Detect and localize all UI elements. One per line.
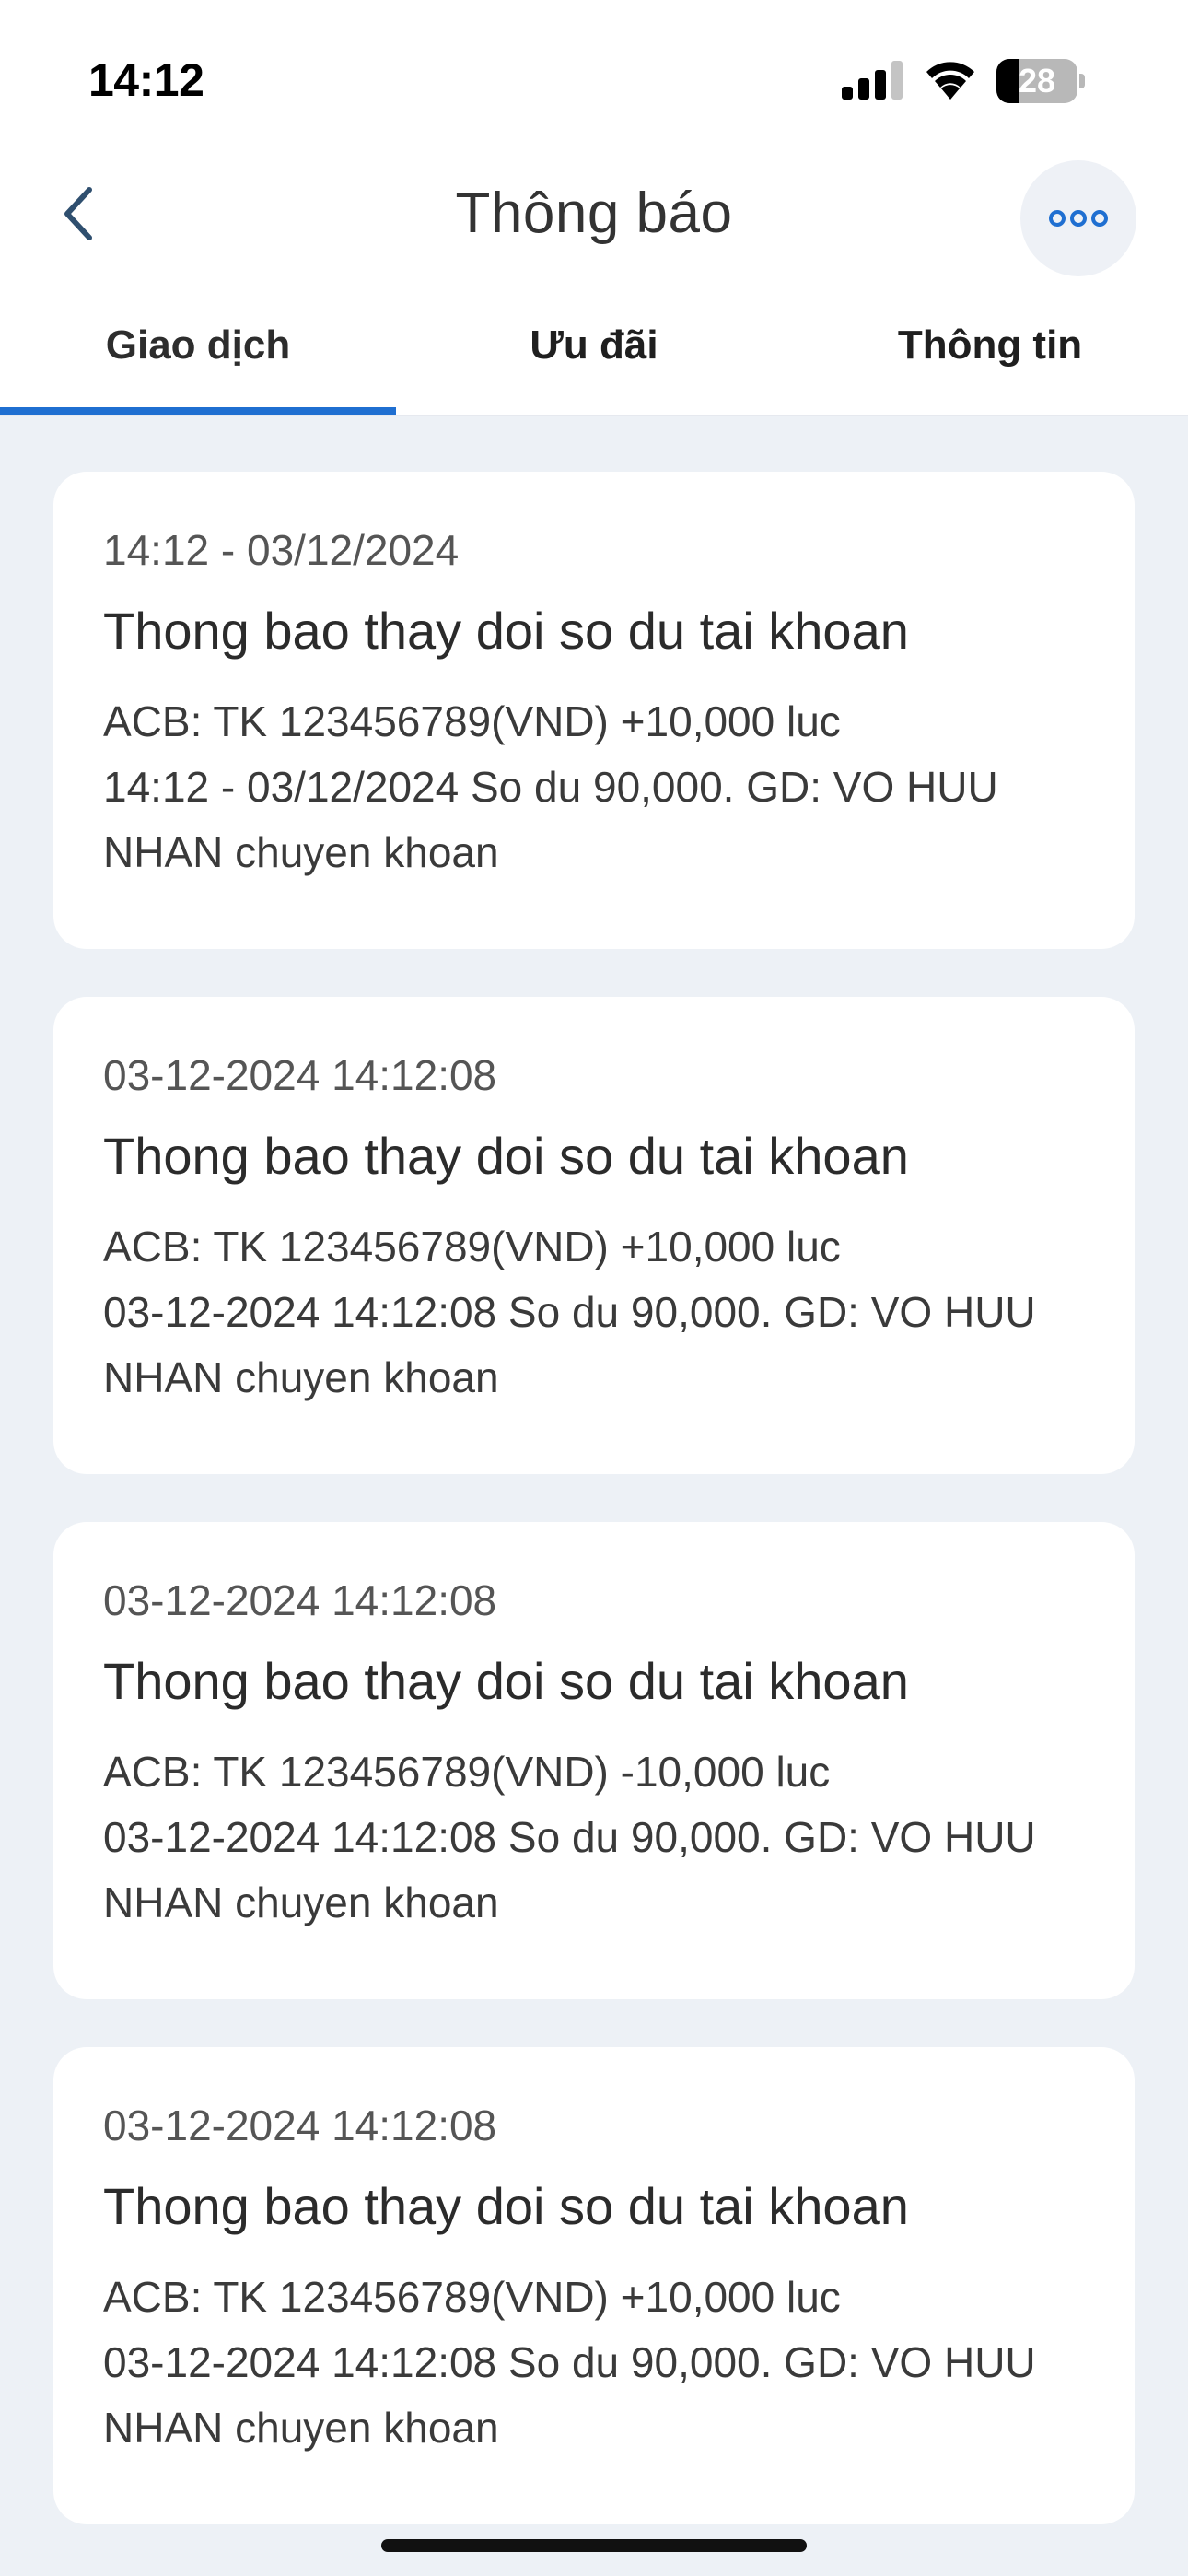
notification-title: Thong bao thay doi so du tai khoan	[103, 1652, 909, 1710]
notification-body-line: ACB: TK 123456789(VND) -10,000 luc	[103, 1748, 831, 1796]
notification-body-line: ACB: TK 123456789(VND) +10,000 luc	[103, 697, 841, 745]
notification-body-line: NHAN chuyen khoan	[103, 1879, 499, 1926]
status-bar: 14:12 28	[0, 0, 1188, 157]
tab-transactions[interactable]: Giao dịch	[0, 276, 396, 415]
tab-offers[interactable]: Ưu đãi	[396, 276, 792, 415]
page-title: Thông báo	[455, 181, 733, 245]
notification-body: ACB: TK 123456789(VND) +10,000 luc 03-12…	[103, 2265, 1098, 2461]
notification-body: ACB: TK 123456789(VND) +10,000 luc 14:12…	[103, 689, 1098, 885]
more-options-button[interactable]	[1020, 160, 1136, 276]
battery-cap	[1079, 74, 1085, 88]
notification-body-line: 03-12-2024 14:12:08 So du 90,000. GD: VO…	[103, 1813, 1036, 1861]
notification-time: 03-12-2024 14:12:08	[103, 2102, 497, 2149]
notification-title: Thong bao thay doi so du tai khoan	[103, 1127, 909, 1185]
notification-body-line: 03-12-2024 14:12:08 So du 90,000. GD: VO…	[103, 2338, 1036, 2386]
notification-body: ACB: TK 123456789(VND) -10,000 luc 03-12…	[103, 1739, 1098, 1936]
notification-body-line: NHAN chuyen khoan	[103, 828, 499, 876]
battery-indicator: 28	[996, 59, 1085, 103]
notification-card[interactable]: 03-12-2024 14:12:08 Thong bao thay doi s…	[53, 2047, 1135, 2524]
notification-list: 14:12 - 03/12/2024 Thong bao thay doi so…	[0, 416, 1188, 2576]
notification-card[interactable]: 14:12 - 03/12/2024 Thong bao thay doi so…	[53, 472, 1135, 949]
notification-body-line: ACB: TK 123456789(VND) +10,000 luc	[103, 1223, 841, 1270]
notification-card[interactable]: 03-12-2024 14:12:08 Thong bao thay doi s…	[53, 997, 1135, 1474]
nav-bar: Thông báo	[0, 157, 1188, 276]
notification-body-line: 03-12-2024 14:12:08 So du 90,000. GD: VO…	[103, 1288, 1036, 1336]
tab-bar: Giao dịch Ưu đãi Thông tin	[0, 276, 1188, 416]
notification-body-line: ACB: TK 123456789(VND) +10,000 luc	[103, 2273, 841, 2321]
notification-body-line: 14:12 - 03/12/2024 So du 90,000. GD: VO …	[103, 763, 998, 811]
notification-time: 14:12 - 03/12/2024	[103, 526, 460, 574]
notification-title: Thong bao thay doi so du tai khoan	[103, 602, 909, 660]
notification-body-line: NHAN chuyen khoan	[103, 2404, 499, 2452]
wifi-icon	[926, 62, 974, 100]
notification-title: Thong bao thay doi so du tai khoan	[103, 2177, 909, 2235]
status-time: 14:12	[88, 54, 204, 106]
ellipsis-icon	[1049, 210, 1108, 227]
battery-body: 28	[996, 59, 1077, 103]
notifications-screen: 14:12 28 Thông báo Giao dịch Ưu đãi Thôn…	[0, 0, 1188, 2576]
tab-information[interactable]: Thông tin	[792, 276, 1188, 415]
notification-body-line: NHAN chuyen khoan	[103, 1353, 499, 1401]
notification-time: 03-12-2024 14:12:08	[103, 1051, 497, 1099]
notification-body: ACB: TK 123456789(VND) +10,000 luc 03-12…	[103, 1214, 1098, 1411]
home-indicator[interactable]	[381, 2539, 807, 2552]
cellular-signal-icon	[842, 61, 903, 100]
active-tab-indicator	[0, 407, 396, 415]
notification-card[interactable]: 03-12-2024 14:12:08 Thong bao thay doi s…	[53, 1522, 1135, 1999]
battery-level: 28	[1018, 62, 1056, 100]
notification-time: 03-12-2024 14:12:08	[103, 1576, 497, 1624]
